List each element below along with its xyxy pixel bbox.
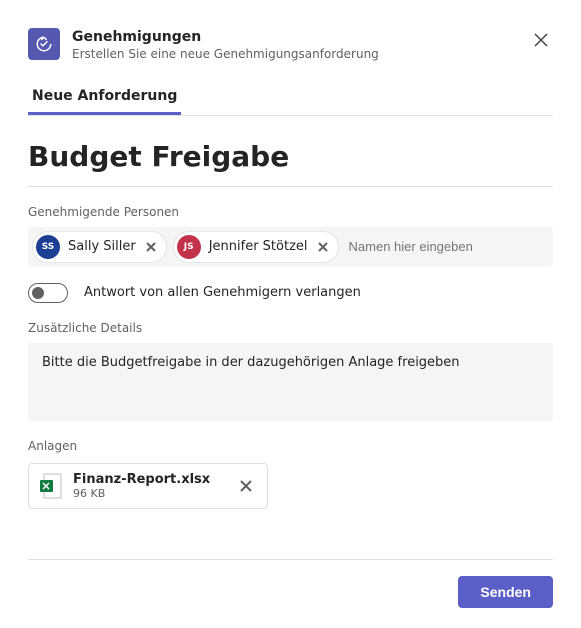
approver-chip: JS Jennifer Stötzel <box>173 231 339 263</box>
approver-name: Jennifer Stötzel <box>209 239 308 254</box>
remove-attachment-icon[interactable] <box>237 477 255 495</box>
remove-approver-icon[interactable] <box>316 240 330 254</box>
panel-title: Genehmigungen <box>72 28 379 46</box>
details-textarea[interactable]: Bitte die Budgetfreigabe in der dazugehö… <box>28 343 553 421</box>
avatar: JS <box>177 235 201 259</box>
tab-new-request[interactable]: Neue Anforderung <box>28 80 181 115</box>
panel-subtitle: Erstellen Sie eine neue Genehmigungsanfo… <box>72 46 379 62</box>
approver-chip: SS Sally Siller <box>32 231 167 263</box>
attachment-size: 96 KB <box>73 487 210 500</box>
attachments-list: Finanz-Report.xlsx96 KB <box>28 461 553 509</box>
approvers-label: Genehmigende Personen <box>28 205 553 219</box>
require-all-toggle[interactable] <box>28 283 68 303</box>
send-button[interactable]: Senden <box>458 576 553 608</box>
approvals-app-icon <box>28 28 60 60</box>
remove-approver-icon[interactable] <box>144 240 158 254</box>
close-button[interactable] <box>529 28 553 52</box>
excel-file-icon <box>39 472 63 500</box>
require-all-label: Antwort von allen Genehmigern verlangen <box>84 285 361 300</box>
attachments-label: Anlagen <box>28 439 553 453</box>
request-title: Budget Freigabe <box>28 140 553 174</box>
approvers-input[interactable] <box>345 233 545 260</box>
avatar: SS <box>36 235 60 259</box>
attachment-name: Finanz-Report.xlsx <box>73 472 210 487</box>
details-label: Zusätzliche Details <box>28 321 553 335</box>
approvers-field[interactable]: SS Sally Siller JS Jennifer Stötzel <box>28 227 553 267</box>
approver-name: Sally Siller <box>68 239 136 254</box>
divider <box>28 186 553 187</box>
attachment-item[interactable]: Finanz-Report.xlsx96 KB <box>28 463 268 509</box>
